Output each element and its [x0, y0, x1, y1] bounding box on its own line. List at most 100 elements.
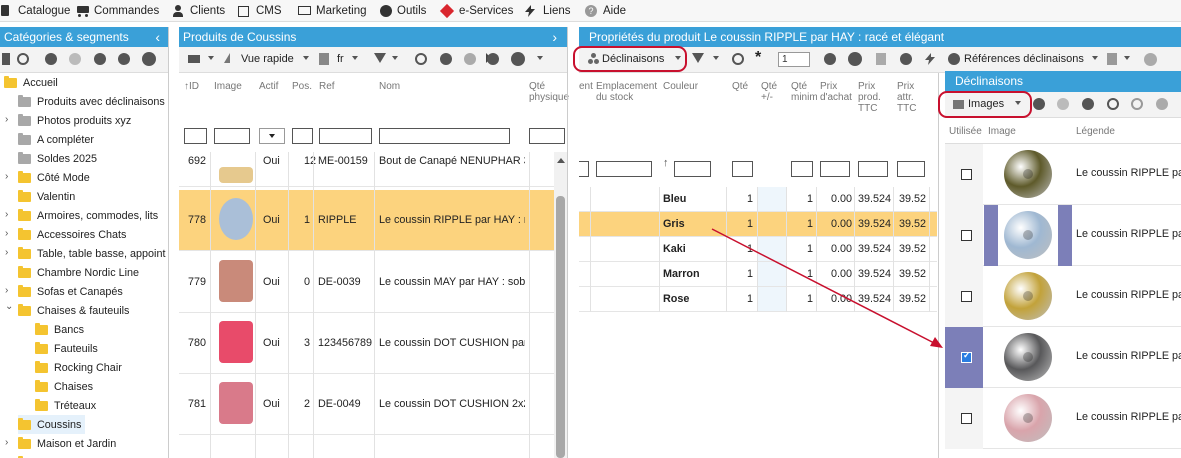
add-icon[interactable] [1033, 98, 1045, 110]
gear-icon[interactable] [94, 53, 106, 65]
col-id[interactable]: ↑ID [184, 81, 199, 92]
table-row[interactable]: 692 Oui 12 ME-00159 Bout de Canapé NENUPHAR … [179, 152, 554, 187]
add-icon[interactable] [118, 53, 130, 65]
category-item[interactable]: Chaises [35, 377, 93, 396]
product-thumbnail[interactable] [219, 321, 253, 363]
select-all-icon[interactable] [440, 53, 452, 65]
refresh-icon[interactable] [415, 53, 427, 65]
grid-icon[interactable] [188, 55, 200, 63]
remove-icon[interactable] [1082, 98, 1094, 110]
asterisk-icon[interactable]: * [755, 49, 761, 67]
filter-icon[interactable] [692, 53, 704, 63]
bolt-icon[interactable] [925, 53, 935, 65]
category-item[interactable]: Tapis [18, 453, 62, 458]
help-icon[interactable] [511, 52, 525, 66]
chevron-down-icon[interactable] [352, 56, 358, 60]
chevron-down-icon[interactable] [392, 56, 398, 60]
menu-aide[interactable]: ? Aide [585, 4, 626, 18]
category-item[interactable]: Valentin [18, 187, 75, 206]
expand-right-icon[interactable]: › [5, 171, 8, 182]
add-icon[interactable] [948, 53, 960, 65]
category-item[interactable]: A compléter [18, 130, 94, 149]
menu-outils[interactable]: Outils [379, 4, 426, 18]
menu-liens[interactable]: Liens [525, 4, 571, 18]
at-icon[interactable] [69, 53, 81, 65]
products-scrollbar[interactable] [554, 152, 567, 458]
table-row[interactable]: 778 Oui 1 RIPPLE Le coussin RIPPLE par HAY :… [179, 190, 554, 251]
list-icon[interactable] [2, 53, 10, 65]
language-select[interactable]: fr [337, 53, 344, 65]
product-thumbnail[interactable] [219, 382, 253, 424]
scroll-thumb[interactable] [556, 196, 565, 458]
sync-icon[interactable] [1057, 98, 1069, 110]
category-item[interactable]: Sofas et Canapés [18, 282, 123, 301]
expand-right-icon[interactable]: › [5, 228, 8, 239]
table-row[interactable]: Le coussin RIPPLE par [945, 266, 1181, 327]
col-prix-achat[interactable]: Prix d'achat [820, 81, 854, 103]
col-emplacement[interactable]: Emplacement du stock [596, 81, 658, 103]
filter-qte-minim[interactable] [791, 161, 813, 177]
filter-ent[interactable] [579, 161, 589, 177]
filter-couleur[interactable] [674, 161, 711, 177]
refresh-icon[interactable] [17, 53, 29, 65]
table-row[interactable]: Marron 1 1 0.00 39.524 39.52 [579, 262, 937, 287]
col-couleur[interactable]: Couleur [663, 81, 698, 92]
col-ref[interactable]: Ref [319, 81, 335, 92]
table-row[interactable]: 780 Oui 3 1234567897 Le coussin DOT CUSHION … [179, 313, 554, 374]
category-item[interactable]: Fauteuils [35, 339, 98, 358]
col-image[interactable]: Image [988, 126, 1016, 137]
category-item[interactable]: Armoires, commodes, lits [18, 206, 158, 225]
add-icon[interactable] [487, 53, 499, 65]
chevron-down-icon[interactable] [537, 56, 543, 60]
declinaison-image[interactable] [1004, 211, 1052, 259]
expand-right-icon[interactable]: › [5, 114, 8, 125]
chevron-down-icon[interactable] [713, 56, 719, 60]
product-thumbnail[interactable] [219, 167, 253, 183]
col-legende[interactable]: Légende [1076, 126, 1115, 137]
table-row[interactable]: Le coussin RIPPLE par [945, 144, 1181, 205]
col-qte-physique[interactable]: Qté physique [529, 81, 569, 103]
used-checkbox[interactable]: ✓ [961, 350, 972, 363]
category-item[interactable]: Côté Mode [18, 168, 90, 187]
chevron-down-icon[interactable] [303, 56, 309, 60]
chevron-down-icon[interactable] [1092, 56, 1098, 60]
filter-actif[interactable] [259, 128, 285, 144]
expand-down-icon[interactable]: ⌄ [5, 301, 13, 312]
table-row[interactable]: Gris 1 1 0.00 39.524 39.52 [579, 212, 937, 237]
col-prix-attr[interactable]: Prix attr. TTC [897, 81, 923, 114]
filter-prix-attr[interactable] [897, 161, 925, 177]
category-item[interactable]: Soldes 2025 [18, 149, 97, 168]
quick-view-select[interactable]: Vue rapide [241, 53, 294, 65]
scroll-up-icon[interactable] [557, 158, 565, 163]
filter-emplacement[interactable] [596, 161, 652, 177]
filter-icon[interactable] [374, 53, 386, 63]
references-select[interactable]: Références déclinaisons [964, 53, 1084, 65]
expand-right-icon[interactable]: › [5, 247, 8, 258]
product-thumbnail[interactable] [219, 260, 253, 302]
help-icon[interactable] [848, 52, 862, 66]
col-qte-plus-minus[interactable]: Qté +/- [761, 81, 781, 103]
menu-marketing[interactable]: Marketing [298, 4, 367, 18]
link-icon[interactable] [45, 53, 57, 65]
col-actif[interactable]: Actif [259, 81, 278, 92]
col-pos[interactable]: Pos. [292, 81, 312, 92]
menu-commandes[interactable]: Commandes [76, 4, 159, 18]
col-utilisee[interactable]: Utilisée [949, 126, 982, 137]
filter-qte[interactable] [732, 161, 753, 177]
export-icon[interactable] [1107, 53, 1117, 65]
table-row[interactable]: Rose 1 1 0.00 39.524 39.52 [579, 287, 937, 312]
filter-id[interactable] [184, 128, 207, 144]
category-item[interactable]: Rocking Chair [35, 358, 122, 377]
col-qte[interactable]: Qté [732, 81, 748, 92]
table-row[interactable]: Le coussin RIPPLE par [945, 388, 1181, 449]
category-item[interactable]: Produits avec déclinaisons [18, 92, 165, 111]
link-icon[interactable] [1107, 98, 1119, 110]
download-icon[interactable] [1156, 98, 1168, 110]
declinaison-image[interactable] [1004, 333, 1052, 381]
col-ent[interactable]: ent [579, 81, 593, 92]
category-item[interactable]: Accueil [4, 73, 58, 92]
col-nom[interactable]: Nom [379, 81, 400, 92]
product-thumbnail[interactable] [219, 198, 253, 240]
table-row[interactable]: Bleu 1 1 0.00 39.524 39.52 [579, 187, 937, 212]
expand-right-icon[interactable]: › [552, 27, 557, 47]
